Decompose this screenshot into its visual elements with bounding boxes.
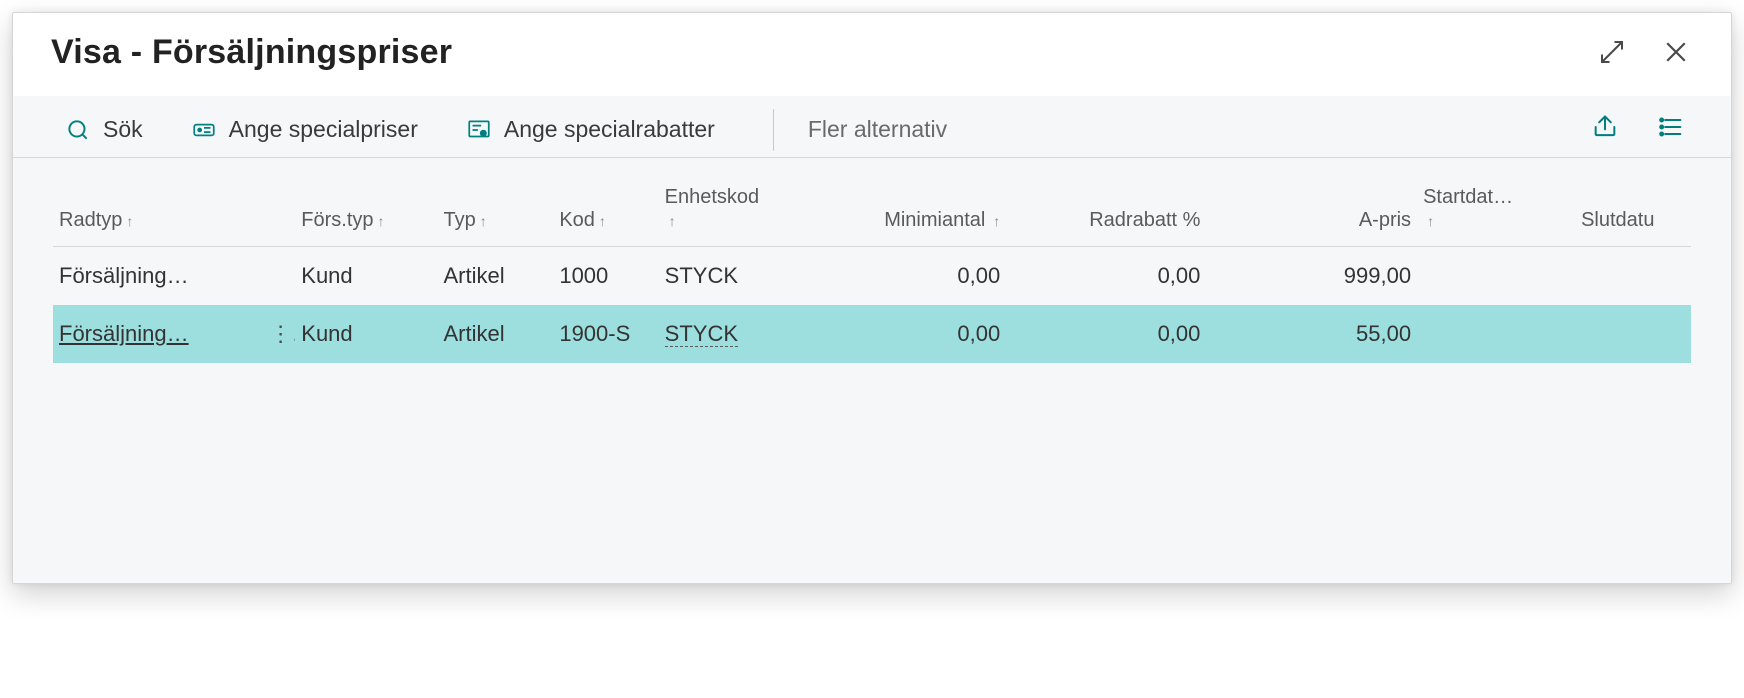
expand-window-button[interactable] — [1591, 31, 1633, 73]
cell-slutdat — [1575, 305, 1691, 363]
col-radrabatt[interactable]: Radrabatt % — [1006, 158, 1206, 247]
col-forstyp[interactable]: Förs.typ↑ — [295, 158, 437, 247]
cell-minimiantal: 0,00 — [817, 305, 1007, 363]
sort-arrow-icon: ↑ — [126, 213, 133, 229]
sort-arrow-icon: ↑ — [378, 213, 385, 229]
cell-typ: Artikel — [437, 247, 553, 306]
discount-icon — [466, 117, 492, 143]
cell-kod: 1000 — [553, 247, 658, 306]
col-radtyp[interactable]: Radtyp↑ — [53, 158, 264, 247]
sort-arrow-icon: ↑ — [989, 213, 1000, 229]
sales-prices-window: Visa - Försäljningspriser — [12, 12, 1732, 584]
search-label: Sök — [103, 116, 143, 143]
col-enhetskod[interactable]: Enhetskod↑ — [659, 158, 817, 247]
table-header: Radtyp↑ Förs.typ↑ Typ↑ Kod↑ — [53, 158, 1691, 247]
cell-forstyp: Kund — [295, 305, 437, 363]
sort-arrow-icon: ↑ — [599, 213, 606, 229]
row-actions-button[interactable]: ⋮ — [264, 305, 296, 363]
cell-radrabatt: 0,00 — [1006, 247, 1206, 306]
special-prices-label: Ange specialpriser — [229, 116, 418, 143]
price-tag-icon — [191, 117, 217, 143]
col-slutdatu[interactable]: Slutdatu — [1575, 158, 1691, 247]
table-row[interactable]: Försäljning… Kund Artikel 1000 STYCK 0,0… — [53, 247, 1691, 306]
sort-arrow-icon: ↑ — [480, 213, 487, 229]
search-button[interactable]: Sök — [53, 108, 155, 151]
cell-row-menu — [264, 247, 296, 306]
cell-forstyp: Kund — [295, 247, 437, 306]
toolbar-separator — [773, 109, 774, 151]
share-button[interactable] — [1585, 107, 1625, 152]
special-discounts-button[interactable]: Ange specialrabatter — [454, 108, 727, 151]
cell-minimiantal: 0,00 — [817, 247, 1007, 306]
col-kod[interactable]: Kod↑ — [553, 158, 658, 247]
toolbar-right — [959, 107, 1691, 152]
header-actions — [1591, 31, 1697, 73]
page-title: Visa - Försäljningspriser — [51, 33, 452, 72]
list-view-button[interactable] — [1651, 107, 1691, 152]
close-icon — [1661, 37, 1691, 67]
close-window-button[interactable] — [1655, 31, 1697, 73]
more-options-button[interactable]: Fler alternativ — [796, 108, 959, 151]
col-minimiantal[interactable]: Minimiantal ↑ — [817, 158, 1007, 247]
share-icon — [1591, 113, 1619, 141]
cell-radtyp[interactable]: Försäljning… — [53, 247, 264, 306]
table-body: Försäljning… Kund Artikel 1000 STYCK 0,0… — [53, 247, 1691, 364]
cell-apris: 55,00 — [1206, 305, 1417, 363]
cell-radtyp[interactable]: Försäljning… — [53, 305, 264, 363]
expand-icon — [1597, 37, 1627, 67]
col-typ[interactable]: Typ↑ — [437, 158, 553, 247]
search-icon — [65, 117, 91, 143]
cell-typ: Artikel — [437, 305, 553, 363]
cell-kod: 1900-S — [553, 305, 658, 363]
special-discounts-label: Ange specialrabatter — [504, 116, 715, 143]
list-icon — [1657, 113, 1685, 141]
toolbar: Sök Ange specialpriser — [13, 96, 1731, 158]
sort-arrow-icon: ↑ — [1427, 213, 1434, 229]
cell-enhetskod[interactable]: STYCK — [659, 305, 817, 363]
col-apris[interactable]: A-pris — [1206, 158, 1417, 247]
window-header: Visa - Försäljningspriser — [13, 13, 1731, 95]
table-row[interactable]: Försäljning… ⋮ Kund Artikel 1900-S STYCK… — [53, 305, 1691, 363]
special-prices-button[interactable]: Ange specialpriser — [179, 108, 430, 151]
sales-prices-table: Radtyp↑ Förs.typ↑ Typ↑ Kod↑ — [53, 158, 1691, 363]
cell-slutdat — [1575, 247, 1691, 306]
cell-apris: 999,00 — [1206, 247, 1417, 306]
table-container: Radtyp↑ Förs.typ↑ Typ↑ Kod↑ — [13, 158, 1731, 363]
content-area: Sök Ange specialpriser — [13, 95, 1731, 583]
col-startdat[interactable]: Startdat…↑ — [1417, 158, 1575, 247]
cell-startdat — [1417, 247, 1575, 306]
kebab-icon: ⋮ — [270, 321, 296, 346]
sort-arrow-icon: ↑ — [669, 213, 676, 229]
col-spacer — [264, 158, 296, 247]
cell-radrabatt: 0,00 — [1006, 305, 1206, 363]
cell-startdat — [1417, 305, 1575, 363]
cell-enhetskod: STYCK — [659, 247, 817, 306]
